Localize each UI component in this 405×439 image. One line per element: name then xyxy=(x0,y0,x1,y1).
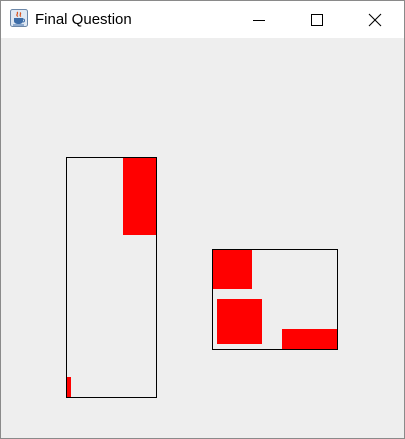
minimize-button[interactable] xyxy=(230,1,288,38)
maximize-button[interactable] xyxy=(288,1,346,38)
close-icon xyxy=(368,13,382,26)
red-rectangle-top-right xyxy=(123,158,156,235)
title-bar[interactable]: Final Question xyxy=(1,1,404,38)
java-cup-icon xyxy=(10,9,28,27)
red-square-middle xyxy=(217,299,262,344)
maximize-icon xyxy=(311,13,323,26)
window-title: Final Question xyxy=(35,11,132,28)
red-bar-bottom-right xyxy=(282,329,337,349)
red-rectangle-bottom-left xyxy=(67,377,71,397)
red-rectangle-top-left xyxy=(213,250,252,289)
minimize-icon xyxy=(253,19,265,21)
drawing-canvas xyxy=(1,38,404,438)
app-window: Final Question xyxy=(0,0,405,439)
close-button[interactable] xyxy=(346,1,404,38)
left-panel xyxy=(66,157,157,398)
right-panel xyxy=(212,249,338,350)
